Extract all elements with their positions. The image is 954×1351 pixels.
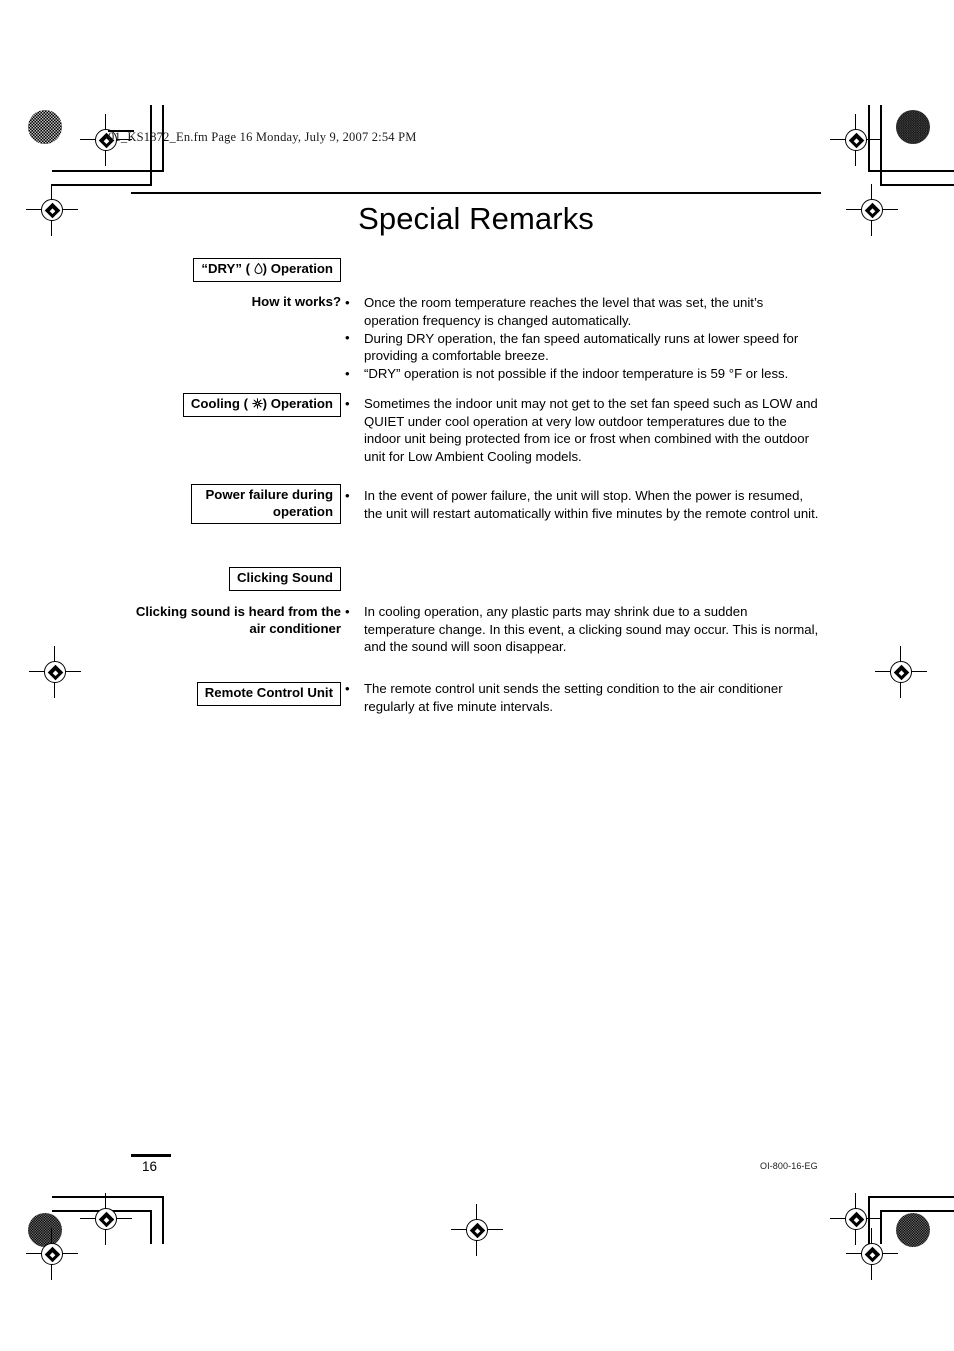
registration-target-top-right [830,114,882,166]
page-title: Special Remarks [358,201,594,236]
section-label-dry-operation: “DRY” ( ) Operation [193,258,341,282]
bullet-item: • In the event of power failure, the uni… [344,487,821,522]
label-column: Clicking Sound Clicking sound is heard f… [131,567,341,637]
bullet-item: • “DRY” operation is not possible if the… [344,365,821,383]
file-header-text: 01_KS1872_En.fm Page 16 Monday, July 9, … [108,130,417,144]
page-number: 16 [142,1159,158,1174]
label-column: Remote Control Unit [131,682,341,706]
section-label-clicking-sound: Clicking Sound [229,567,341,591]
water-drop-icon [254,262,263,275]
bullet-item: • The remote control unit sends the sett… [344,680,821,715]
bullet-item: • During DRY operation, the fan speed au… [344,330,821,365]
halftone-registration-dot-top-right [896,110,930,144]
bullet-glyph: • [345,294,350,310]
halftone-registration-dot-bottom-right [896,1213,930,1247]
bullet-list-power-failure: • In the event of power failure, the uni… [344,487,821,523]
registration-target-bottom-left-outer [26,1228,78,1280]
bullet-text: In the event of power failure, the unit … [364,488,819,521]
section-label-suffix: ) Operation [262,396,333,411]
bullet-item: • Once the room temperature reaches the … [344,294,821,329]
registration-target-top-right-inner [846,184,898,236]
label-column: Cooling ( ) Operation [131,393,341,417]
section-label-text: Remote Control Unit [204,685,333,700]
document-page: 01_KS1872_En.fm Page 16 Monday, July 9, … [0,0,954,1351]
section-label-suffix: ) Operation [262,261,333,276]
section-label-text: Power failure during operation [205,487,334,519]
label-column: “DRY” ( ) Operation How it works? [131,258,341,310]
bullet-glyph: • [345,680,350,696]
bullet-list-clicking-sound: • In cooling operation, any plastic part… [344,603,821,656]
registration-target-bottom-right [830,1193,882,1245]
bullet-glyph: • [345,365,350,381]
footer-rule [131,1154,171,1157]
bullet-text: “DRY” operation is not possible if the i… [364,366,789,382]
title-divider-rule [131,192,821,194]
bullet-item: • Sometimes the indoor unit may not get … [344,395,821,465]
section-label-power-failure: Power failure during operation [191,484,341,524]
sub-label-how-it-works: How it works? [251,293,341,309]
registration-target-bottom-left [80,1193,132,1245]
halftone-registration-dot-top-left [28,110,62,144]
section-label-prefix: Cooling ( [190,396,248,411]
bullet-item: • In cooling operation, any plastic part… [344,603,821,656]
section-label-cooling-operation: Cooling ( ) Operation [182,393,341,417]
registration-target-bottom-right-outer [846,1228,898,1280]
section-label-prefix: “DRY” ( [201,261,250,276]
bullet-glyph: • [345,330,350,346]
section-label-remote-control-unit: Remote Control Unit [196,682,341,706]
registration-target-middle-right [875,646,927,698]
snowflake-icon [251,397,263,409]
bullet-list-dry-operation: • Once the room temperature reaches the … [344,294,821,383]
section-label-text: Clicking Sound [237,570,333,585]
bullet-glyph: • [345,603,350,619]
sub-label-text: Clicking sound is heard from the air con… [135,603,341,636]
registration-target-bottom-center [451,1204,503,1256]
sub-label-clicking-sound-source: Clicking sound is heard from the air con… [131,603,341,638]
bullet-list-cooling-operation: • Sometimes the indoor unit may not get … [344,395,821,466]
bullet-glyph: • [345,487,350,503]
bullet-list-remote-control-unit: • The remote control unit sends the sett… [344,680,821,716]
bullet-text: Once the room temperature reaches the le… [364,295,764,328]
bullet-glyph: • [345,395,350,411]
bullet-text: Sometimes the indoor unit may not get to… [364,396,818,464]
bullet-text: In cooling operation, any plastic parts … [364,604,819,655]
bullet-text: The remote control unit sends the settin… [364,681,783,714]
bullet-text: During DRY operation, the fan speed auto… [364,330,799,364]
registration-target-middle-left [29,646,81,698]
document-code: OI-800-16-EG [760,1161,818,1171]
label-column: Power failure during operation [131,484,341,524]
registration-target-top-left-inner [26,184,78,236]
